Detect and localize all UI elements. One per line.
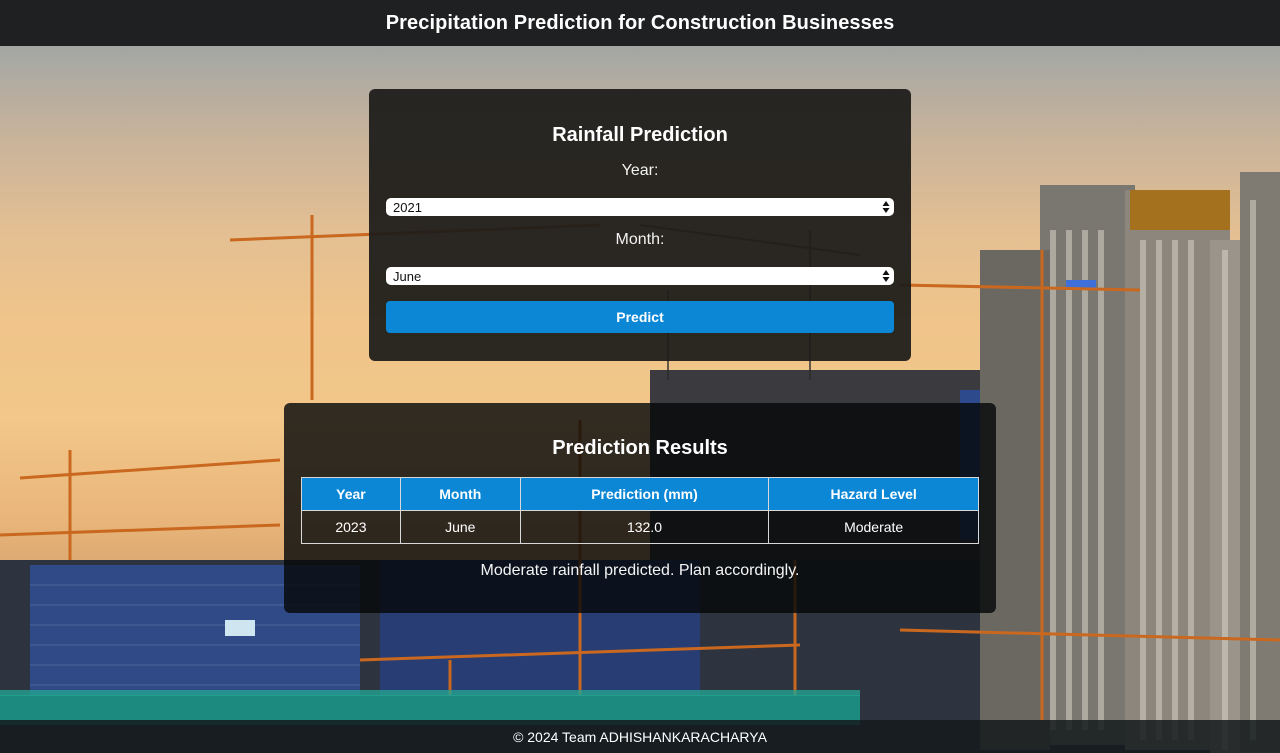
results-header-row: Year Month Prediction (mm) Hazard Level: [301, 477, 979, 511]
result-message: Moderate rainfall predicted. Plan accord…: [480, 562, 800, 579]
month-select[interactable]: June: [386, 267, 894, 285]
month-label: Month:: [615, 231, 665, 248]
column-header-prediction: Prediction (mm): [519, 477, 770, 511]
prediction-results-card: Prediction Results Year Month Prediction…: [284, 403, 996, 613]
column-header-month: Month: [399, 477, 521, 511]
results-table: Year Month Prediction (mm) Hazard Level …: [301, 477, 979, 544]
results-title: Prediction Results: [552, 437, 728, 459]
table-row: 2023 June 132.0 Moderate: [301, 510, 979, 544]
month-select-value: June: [393, 268, 422, 284]
predict-button[interactable]: Predict: [386, 301, 894, 333]
year-label: Year:: [621, 162, 659, 179]
cell-year: 2023: [301, 510, 401, 544]
cell-month: June: [399, 510, 521, 544]
prediction-form-card: Rainfall Prediction Year: 2021 Month: Ju…: [369, 89, 911, 361]
year-select-value: 2021: [393, 199, 422, 215]
year-select[interactable]: 2021: [386, 198, 894, 216]
column-header-year: Year: [301, 477, 401, 511]
form-title: Rainfall Prediction: [552, 124, 728, 146]
cell-hazard-level: Moderate: [768, 510, 979, 544]
page-footer: © 2024 Team ADHISHANKARACHARYA: [0, 720, 1280, 753]
page-title: Precipitation Prediction for Constructio…: [385, 11, 895, 34]
select-updown-icon: [882, 201, 890, 213]
column-header-hazard-level: Hazard Level: [768, 477, 979, 511]
cell-prediction: 132.0: [519, 510, 770, 544]
footer-copyright: © 2024 Team ADHISHANKARACHARYA: [513, 728, 767, 745]
top-header-bar: Precipitation Prediction for Constructio…: [0, 0, 1280, 46]
select-updown-icon: [882, 270, 890, 282]
